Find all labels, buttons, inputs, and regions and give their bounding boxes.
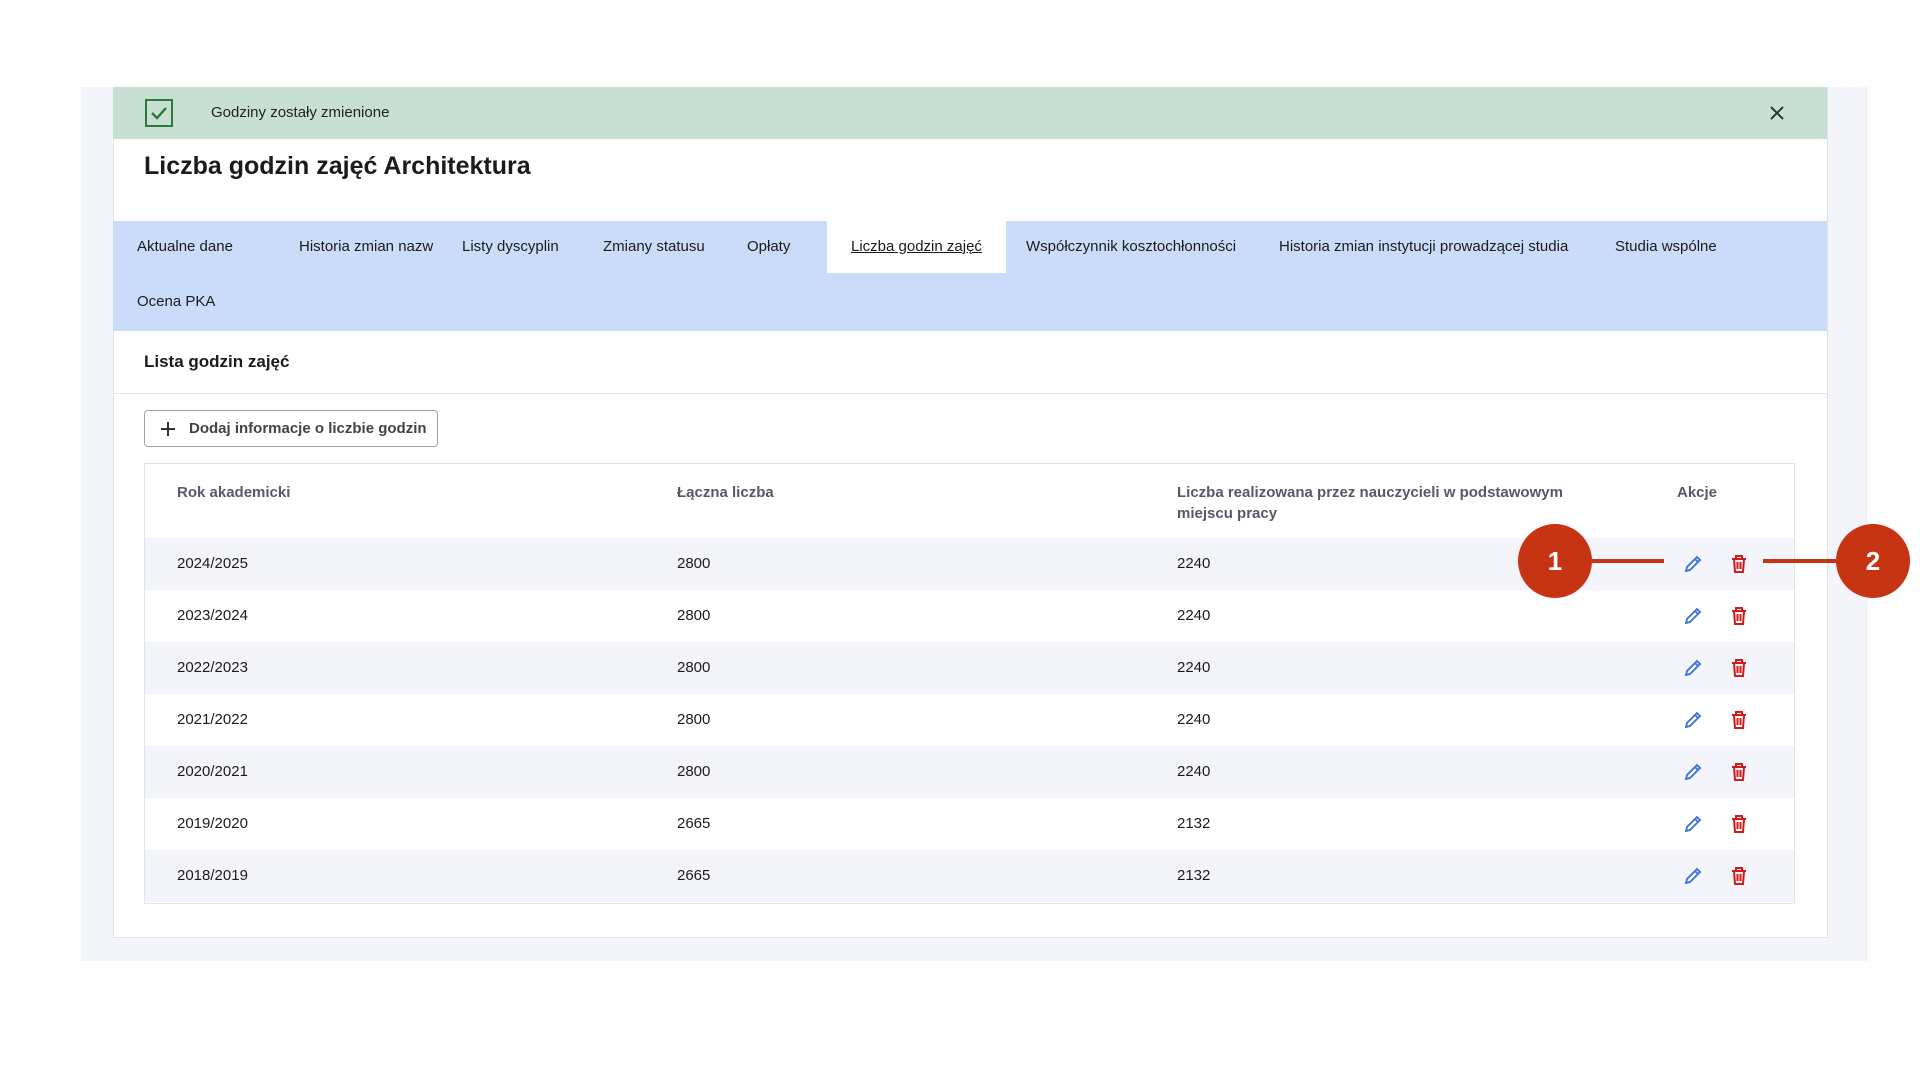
pencil-icon[interactable] [1682, 657, 1704, 679]
trash-icon[interactable] [1728, 605, 1750, 627]
pencil-icon[interactable] [1682, 553, 1704, 575]
table-row: 2021/2022 2800 2240 [145, 694, 1794, 746]
table-row: 2023/2024 2800 2240 [145, 590, 1794, 642]
cell-year: 2021/2022 [177, 711, 248, 728]
tab-studia-wspolne[interactable]: Studia wspólne [1591, 221, 1741, 273]
tab-ocena-pka[interactable]: Ocena PKA [113, 276, 239, 328]
cell-primary: 2132 [1177, 815, 1211, 832]
trash-icon[interactable] [1728, 709, 1750, 731]
tab-liczba-godzin-zajec[interactable]: Liczba godzin zajęć [827, 221, 1006, 273]
trash-icon[interactable] [1728, 761, 1750, 783]
check-icon [145, 99, 173, 127]
tab-historia-zmian-nazw[interactable]: Historia zmian nazw [275, 221, 457, 273]
pencil-icon[interactable] [1682, 605, 1704, 627]
cell-year: 2023/2024 [177, 607, 248, 624]
table-row: 2022/2023 2800 2240 [145, 642, 1794, 694]
trash-icon[interactable] [1728, 813, 1750, 835]
tab-oplaty[interactable]: Opłaty [723, 221, 814, 273]
cell-primary: 2240 [1177, 711, 1211, 728]
cell-primary: 2240 [1177, 659, 1211, 676]
callout-1-line [1590, 559, 1664, 563]
cell-year: 2022/2023 [177, 659, 248, 676]
section-divider [113, 393, 1827, 394]
plus-icon [159, 420, 177, 443]
callout-2-line [1763, 559, 1839, 563]
add-hours-button[interactable]: Dodaj informacje o liczbie godzin [144, 410, 438, 447]
tab-aktualne-dane[interactable]: Aktualne dane [113, 221, 257, 273]
pencil-icon[interactable] [1682, 761, 1704, 783]
cell-primary: 2240 [1177, 555, 1211, 572]
cell-total: 2800 [677, 607, 711, 624]
trash-icon[interactable] [1728, 657, 1750, 679]
cell-year: 2019/2020 [177, 815, 248, 832]
cell-year: 2024/2025 [177, 555, 248, 572]
header-year: Rok akademicki [177, 484, 291, 501]
table-row: 2018/2019 2665 2132 [145, 850, 1794, 902]
close-icon[interactable] [1767, 103, 1787, 123]
pencil-icon[interactable] [1682, 813, 1704, 835]
trash-icon[interactable] [1728, 865, 1750, 887]
tab-bar: Aktualne dane Historia zmian nazw Listy … [113, 221, 1827, 331]
header-primary: Liczba realizowana przez nauczycieli w p… [1177, 484, 1563, 522]
cell-primary: 2240 [1177, 763, 1211, 780]
success-alert: Godziny zostały zmienione [113, 87, 1827, 139]
cell-year: 2018/2019 [177, 867, 248, 884]
callout-1: 1 [1518, 524, 1592, 598]
tab-historia-zmian-instytucji[interactable]: Historia zmian instytucji prowadzącej st… [1255, 221, 1592, 273]
tab-listy-dyscyplin[interactable]: Listy dyscyplin [438, 221, 583, 273]
table-row: 2019/2020 2665 2132 [145, 798, 1794, 850]
cell-year: 2020/2021 [177, 763, 248, 780]
cell-primary: 2132 [1177, 867, 1211, 884]
cell-total: 2800 [677, 555, 711, 572]
cell-primary: 2240 [1177, 607, 1211, 624]
tab-wspolczynnik-kosztochlonnosci[interactable]: Współczynnik kosztochłonności [1002, 221, 1260, 273]
cell-total: 2800 [677, 711, 711, 728]
callout-2: 2 [1836, 524, 1910, 598]
section-title: Lista godzin zajęć [144, 352, 290, 371]
cell-total: 2800 [677, 763, 711, 780]
pencil-icon[interactable] [1682, 709, 1704, 731]
table-row: 2020/2021 2800 2240 [145, 746, 1794, 798]
header-actions: Akcje [1677, 484, 1718, 501]
pencil-icon[interactable] [1682, 865, 1704, 887]
trash-icon[interactable] [1728, 553, 1750, 575]
add-hours-button-label: Dodaj informacje o liczbie godzin [189, 420, 427, 437]
cell-total: 2665 [677, 867, 711, 884]
header-total: Łączna liczba [677, 484, 774, 501]
alert-message: Godziny zostały zmienione [211, 104, 390, 121]
page-title: Liczba godzin zajęć Architektura [144, 152, 531, 180]
tab-zmiany-statusu[interactable]: Zmiany statusu [579, 221, 729, 273]
cell-total: 2800 [677, 659, 711, 676]
cell-total: 2665 [677, 815, 711, 832]
